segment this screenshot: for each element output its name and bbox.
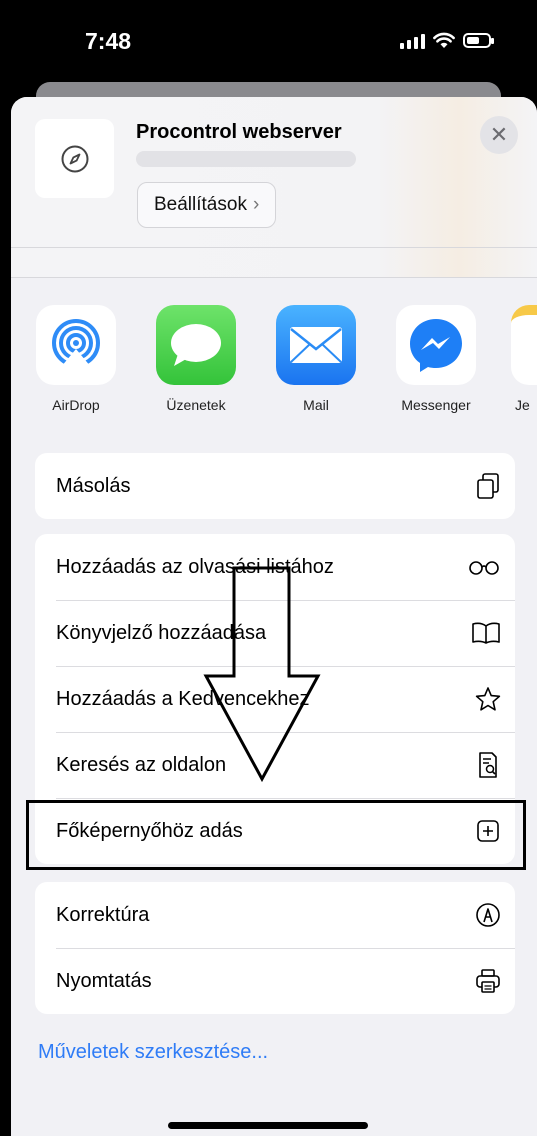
divider bbox=[11, 247, 537, 248]
options-button[interactable]: Beállítások › bbox=[137, 182, 277, 228]
action-label: Hozzáadás a Kedvencekhez bbox=[56, 687, 310, 710]
action-reading-list[interactable]: Hozzáadás az olvasási listához bbox=[35, 534, 515, 600]
status-time: 7:48 bbox=[85, 28, 132, 54]
cellular-signal-icon bbox=[400, 33, 425, 49]
status-bar: 7:48 bbox=[0, 0, 537, 90]
action-group-other: Korrektúra Nyomtatás bbox=[35, 882, 515, 1014]
mail-icon bbox=[276, 305, 356, 385]
close-button[interactable]: ✕ bbox=[480, 116, 518, 154]
app-row: AirDrop Üzenetek Mail Messenger Je bbox=[11, 305, 537, 425]
compass-icon bbox=[61, 145, 88, 172]
action-label: Nyomtatás bbox=[56, 969, 152, 992]
markup-icon bbox=[475, 902, 501, 928]
app-label: Mail bbox=[303, 397, 329, 413]
app-messenger[interactable]: Messenger bbox=[391, 305, 481, 413]
app-label: Üzenetek bbox=[166, 397, 226, 413]
printer-icon bbox=[475, 968, 501, 994]
site-url-blurred bbox=[136, 151, 356, 167]
share-sheet: Procontrol webserver Beállítások › ✕ Air… bbox=[11, 97, 537, 1136]
edit-actions-link[interactable]: Műveletek szerkesztése... bbox=[38, 1041, 268, 1064]
action-find-on-page[interactable]: Keresés az oldalon bbox=[35, 732, 515, 798]
share-header: Procontrol webserver Beállítások › ✕ bbox=[11, 97, 537, 277]
app-label: AirDrop bbox=[52, 397, 100, 413]
action-print[interactable]: Nyomtatás bbox=[35, 948, 515, 1014]
battery-icon bbox=[463, 33, 494, 48]
action-add-bookmark[interactable]: Könyvjelző hozzáadása bbox=[35, 600, 515, 666]
home-indicator bbox=[168, 1122, 368, 1129]
glasses-icon bbox=[467, 554, 501, 580]
wifi-icon bbox=[433, 32, 455, 48]
book-icon bbox=[471, 620, 501, 646]
app-label: Messenger bbox=[401, 397, 471, 413]
airdrop-icon bbox=[36, 305, 116, 385]
close-icon: ✕ bbox=[489, 122, 509, 147]
app-notes[interactable]: Je bbox=[511, 305, 537, 413]
action-label: Könyvjelző hozzáadása bbox=[56, 621, 267, 644]
annotation-highlight-box bbox=[26, 800, 526, 870]
find-on-page-icon bbox=[475, 752, 501, 778]
options-label: Beállítások bbox=[154, 194, 247, 215]
messenger-icon bbox=[396, 305, 476, 385]
notes-icon bbox=[511, 305, 537, 385]
status-icons bbox=[400, 32, 494, 49]
action-copy[interactable]: Másolás bbox=[35, 453, 515, 519]
action-label: Keresés az oldalon bbox=[56, 753, 227, 776]
app-mail[interactable]: Mail bbox=[271, 305, 361, 413]
app-label: Je bbox=[515, 397, 530, 413]
chevron-right-icon: › bbox=[252, 194, 260, 215]
app-messages[interactable]: Üzenetek bbox=[151, 305, 241, 413]
action-label: Korrektúra bbox=[56, 903, 150, 926]
copy-icon bbox=[475, 473, 501, 499]
divider bbox=[11, 277, 537, 278]
action-group-copy: Másolás bbox=[35, 453, 515, 519]
action-label: Másolás bbox=[56, 474, 131, 497]
messages-icon bbox=[156, 305, 236, 385]
action-label: Hozzáadás az olvasási listához bbox=[56, 555, 334, 578]
action-add-favorites[interactable]: Hozzáadás a Kedvencekhez bbox=[35, 666, 515, 732]
site-icon bbox=[35, 119, 114, 198]
site-title: Procontrol webserver bbox=[136, 121, 342, 143]
action-markup[interactable]: Korrektúra bbox=[35, 882, 515, 948]
star-icon bbox=[475, 686, 501, 712]
app-airdrop[interactable]: AirDrop bbox=[31, 305, 121, 413]
